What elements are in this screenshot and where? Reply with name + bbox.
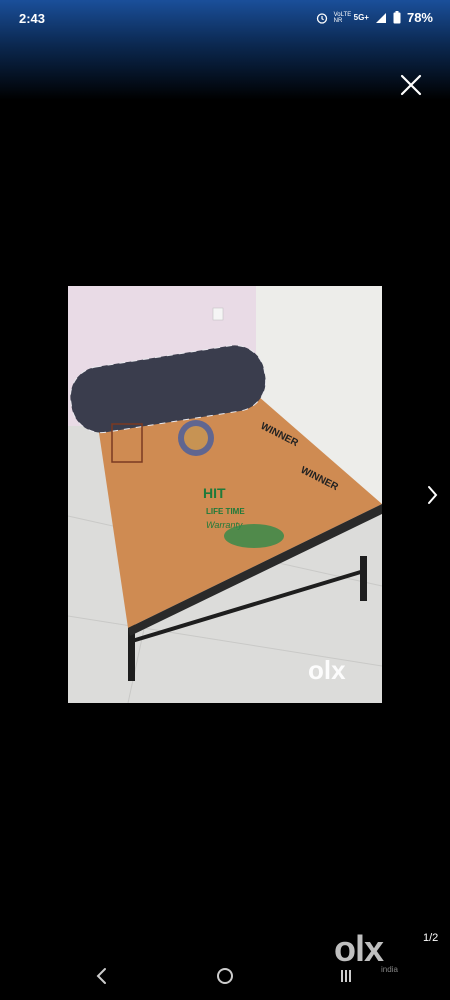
status-icons: VoLTE NR 5G+ 78% <box>316 10 433 25</box>
status-time: 2:43 <box>19 11 46 26</box>
board-text-lifetime: LIFE TIME <box>206 507 245 516</box>
battery-percentage: 78% <box>406 10 433 25</box>
bed-photo-illustration: WINNER WINNER HIT LIFE TIME Warranty olx <box>68 286 382 703</box>
page-indicator: 1/2 <box>423 932 439 944</box>
network-5g-label: 5G+ <box>353 13 369 22</box>
recents-icon[interactable] <box>334 962 362 990</box>
network-volte-label: VoLTE NR <box>333 11 352 24</box>
photo-olx-watermark: olx <box>308 655 346 685</box>
signal-icon <box>375 12 386 23</box>
back-icon[interactable] <box>88 962 116 990</box>
board-text-hit: HIT <box>203 485 226 501</box>
chevron-right-icon[interactable] <box>422 482 442 508</box>
listing-photo[interactable]: WINNER WINNER HIT LIFE TIME Warranty olx <box>68 286 382 703</box>
home-icon[interactable] <box>211 962 239 990</box>
status-bar: 2:43 VoLTE NR 5G+ 78% <box>0 0 450 100</box>
navigation-bar <box>0 950 450 1000</box>
close-icon[interactable] <box>398 72 424 98</box>
alarm-icon <box>316 12 327 24</box>
battery-icon <box>393 11 401 24</box>
